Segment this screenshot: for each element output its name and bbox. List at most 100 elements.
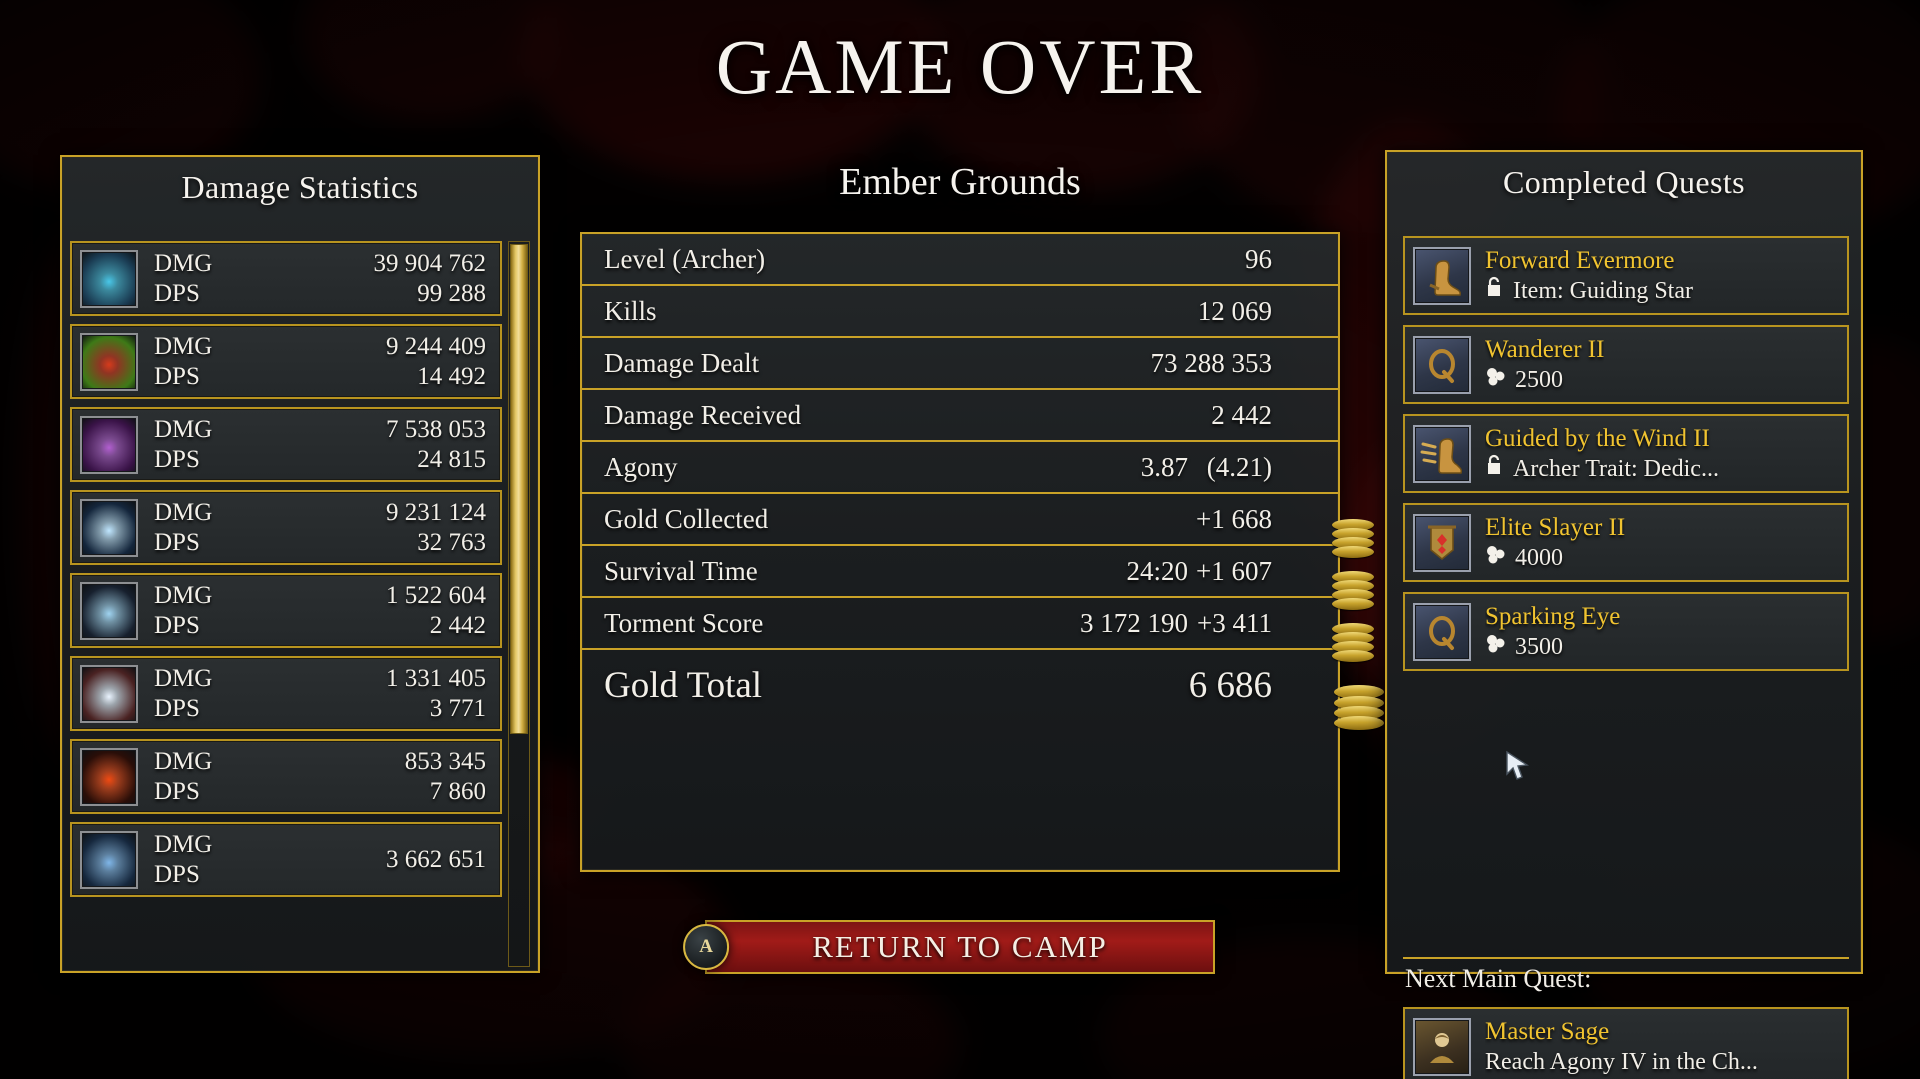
dps-value: 99 288 bbox=[417, 279, 486, 307]
unlock-icon bbox=[1485, 276, 1505, 306]
stat-label: Survival Time bbox=[604, 555, 758, 586]
quest-name: Wanderer II bbox=[1485, 335, 1605, 363]
quest-reward: Archer Trait: Dedic... bbox=[1485, 454, 1719, 484]
table-row[interactable]: DMG DPS 7 538 053 24 815 bbox=[70, 407, 502, 482]
stat-value: 73 288 353 bbox=[1150, 347, 1273, 378]
stat-labels: DMG DPS bbox=[154, 830, 212, 890]
return-to-camp-button[interactable]: A RETURN TO CAMP bbox=[683, 920, 1215, 974]
dps-value: 7 860 bbox=[429, 777, 486, 805]
stat-label: Gold Collected bbox=[604, 503, 769, 534]
list-item[interactable]: Guided by the Wind II Archer Trait: Dedic… bbox=[1403, 414, 1849, 493]
quest-reward-value: Archer Trait: Dedic... bbox=[1513, 455, 1719, 482]
list-item[interactable]: Elite Slayer II 4000 bbox=[1403, 503, 1849, 582]
stat-value: 2 442 bbox=[1211, 399, 1272, 430]
damage-list-scrollbar[interactable] bbox=[508, 241, 530, 967]
stat-label: Agony bbox=[604, 451, 678, 482]
next-main-quest-label: Next Main Quest: bbox=[1405, 964, 1592, 993]
stat-value: 12 069 bbox=[1197, 295, 1272, 326]
sage-portrait-glyph bbox=[1430, 1032, 1454, 1063]
quest-reward: 3500 bbox=[1485, 632, 1620, 662]
dmg-value: 3 662 651 bbox=[386, 845, 486, 873]
completed-quests-heading: Completed Quests bbox=[1503, 164, 1745, 200]
damage-statistics-heading: Damage Statistics bbox=[181, 169, 419, 205]
table-row[interactable]: DMG DPS 9 231 124 32 763 bbox=[70, 490, 502, 565]
stat-labels: DMG DPS bbox=[154, 332, 212, 392]
quest-name: Forward Evermore bbox=[1485, 246, 1675, 274]
green-red-arrow-skill-icon bbox=[80, 332, 138, 391]
stat-values: 1 331 405 3 771 bbox=[386, 664, 486, 724]
quest-reward-value: 2500 bbox=[1515, 366, 1563, 393]
table-row[interactable]: DMG DPS 9 244 409 14 492 bbox=[70, 324, 502, 399]
table-row[interactable]: DMG DPS 853 345 7 860 bbox=[70, 739, 502, 814]
damage-statistics-list[interactable]: DMG DPS 39 904 762 99 288 DMG DPS 9 244 409 14 … bbox=[70, 241, 502, 967]
swift-boot-icon bbox=[1413, 424, 1471, 483]
damage-list-scroll-thumb[interactable] bbox=[510, 244, 528, 734]
completed-quests-list[interactable]: Forward Evermore Item: Guiding Star Wander… bbox=[1403, 236, 1849, 681]
next-quest-objective: Reach Agony IV in the Ch... bbox=[1485, 1048, 1758, 1075]
dps-label: DPS bbox=[154, 279, 200, 307]
gem-cluster-icon bbox=[1485, 365, 1507, 395]
blue-lightning-skill-icon bbox=[80, 249, 138, 308]
stat-labels: DMG DPS bbox=[154, 664, 212, 724]
fire-flame-skill-icon bbox=[80, 747, 138, 806]
quest-text: Elite Slayer II 4000 bbox=[1485, 513, 1625, 573]
next-main-quest-row[interactable]: Master Sage Reach Agony IV in the Ch... bbox=[1403, 1007, 1849, 1079]
dmg-value: 9 244 409 bbox=[386, 332, 486, 360]
dps-value: 24 815 bbox=[417, 445, 486, 473]
stat-labels: DMG DPS bbox=[154, 415, 212, 475]
table-row: Level (Archer) 96 bbox=[582, 234, 1338, 286]
dmg-label: DMG bbox=[154, 332, 213, 360]
dmg-label: DMG bbox=[154, 664, 213, 692]
quest-reward-value: 4000 bbox=[1515, 544, 1563, 571]
return-to-camp-label: RETURN TO CAMP bbox=[812, 929, 1108, 964]
gem-cluster-icon bbox=[1485, 543, 1507, 573]
gem-cluster-icon bbox=[1485, 632, 1507, 662]
stat-label: Damage Received bbox=[604, 399, 802, 430]
stat-values: 39 904 762 99 288 bbox=[374, 249, 487, 309]
quest-reward: Item: Guiding Star bbox=[1485, 276, 1693, 306]
stat-label: Damage Dealt bbox=[604, 347, 760, 378]
quest-name: Guided by the Wind II bbox=[1485, 424, 1710, 452]
dps-label: DPS bbox=[154, 777, 200, 805]
stat-value: (4.21) bbox=[1206, 451, 1272, 482]
dmg-label: DMG bbox=[154, 498, 213, 526]
stat-value: 96 bbox=[1245, 243, 1272, 274]
completed-quests-panel: Completed Quests Forward Evermore Item: G… bbox=[1385, 150, 1863, 1079]
dps-label: DPS bbox=[154, 445, 200, 473]
list-item[interactable]: Sparking Eye 3500 bbox=[1403, 592, 1849, 671]
dmg-value: 9 231 124 bbox=[386, 498, 486, 526]
quest-name: Elite Slayer II bbox=[1485, 513, 1626, 541]
list-item[interactable]: Wanderer II 2500 bbox=[1403, 325, 1849, 404]
dps-value: 14 492 bbox=[417, 362, 486, 390]
table-row[interactable]: DMG DPS 3 662 651 bbox=[70, 822, 502, 897]
table-row[interactable]: DMG DPS 1 331 405 3 771 bbox=[70, 656, 502, 731]
quest-reward-value: 3500 bbox=[1515, 633, 1563, 660]
table-row[interactable]: DMG DPS 1 522 604 2 442 bbox=[70, 573, 502, 648]
gold-total-row: Gold Total 6 686 bbox=[582, 650, 1384, 730]
dmg-value: 1 522 604 bbox=[386, 581, 486, 609]
table-row: Survival Time 24:20 +1 607 bbox=[582, 546, 1374, 610]
stat-labels: DMG DPS bbox=[154, 747, 212, 807]
dps-label: DPS bbox=[154, 611, 200, 639]
stat-value: +3 411 bbox=[1197, 607, 1272, 638]
dps-value: 2 442 bbox=[429, 611, 486, 639]
stat-label: Kills bbox=[604, 295, 657, 326]
quest-text: Guided by the Wind II Archer Trait: Dedic… bbox=[1485, 424, 1719, 484]
stat-value: +1 607 bbox=[1196, 555, 1272, 586]
next-quest-name: Master Sage bbox=[1485, 1017, 1610, 1045]
dps-value: 32 763 bbox=[417, 528, 486, 556]
quest-text: Sparking Eye 3500 bbox=[1485, 602, 1620, 662]
unlock-icon bbox=[1485, 454, 1505, 484]
run-stats-rows: Level (Archer) 96 Kills 12 069 Damage Dealt 7… bbox=[582, 234, 1374, 662]
list-item[interactable]: Forward Evermore Item: Guiding Star bbox=[1403, 236, 1849, 315]
stat-label: Level (Archer) bbox=[604, 243, 766, 274]
dps-label: DPS bbox=[154, 694, 200, 722]
run-title: Ember Grounds bbox=[839, 161, 1081, 203]
dmg-label: DMG bbox=[154, 249, 213, 277]
snowflake-lattice-skill-icon bbox=[80, 664, 138, 723]
ice-burst-skill-icon bbox=[80, 498, 138, 557]
table-row[interactable]: DMG DPS 39 904 762 99 288 bbox=[70, 241, 502, 316]
quest-text: Forward Evermore Item: Guiding Star bbox=[1485, 246, 1693, 306]
dps-value: 3 771 bbox=[429, 694, 486, 722]
table-row: Damage Dealt 73 288 353 bbox=[582, 338, 1338, 390]
